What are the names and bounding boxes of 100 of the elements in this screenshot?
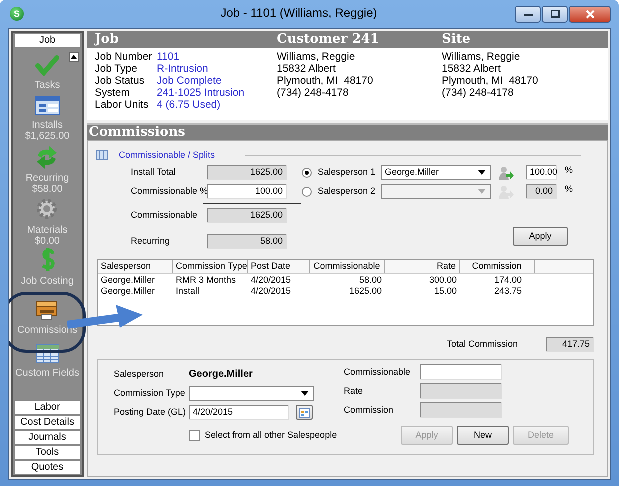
field-label: Labor Units	[95, 99, 150, 111]
section-heading: Customer 241	[277, 31, 380, 48]
gear-icon	[35, 197, 60, 221]
amount-field[interactable]	[420, 364, 502, 380]
sidebar-tab[interactable]: Tools	[14, 445, 81, 460]
close-icon	[586, 10, 594, 18]
columns-icon	[96, 150, 108, 160]
field-label: System	[95, 87, 132, 99]
field-value[interactable]: 1101	[157, 51, 180, 63]
field-label: Install Total	[131, 167, 177, 178]
list-window-icon	[34, 96, 60, 116]
scroll-up-button[interactable]	[69, 52, 79, 62]
column-header[interactable]: Post Date	[248, 260, 310, 273]
maximize-button[interactable]	[542, 6, 568, 22]
column-header[interactable]: Commissionable	[310, 260, 385, 273]
field-value[interactable]: 4 (6.75 Used)	[157, 99, 221, 111]
field-label: Commissionable	[131, 210, 199, 221]
sidebar-tab[interactable]: Job	[14, 33, 81, 48]
caret-icon	[477, 186, 487, 196]
checkmark-icon	[35, 54, 60, 76]
sidebar-tab[interactable]: Cost Details	[14, 415, 81, 430]
calendar-icon	[299, 408, 310, 418]
table-cell-text: George.Miller	[100, 286, 156, 296]
apply-button[interactable]: Apply	[513, 227, 568, 246]
field-value[interactable]: 241-1025 Intrusion	[157, 87, 245, 99]
field-label: Commissionable	[344, 366, 412, 378]
caret-icon	[300, 388, 310, 398]
column-header[interactable]: Rate	[385, 260, 460, 273]
address-line: Williams, Reggie	[277, 51, 356, 63]
section-heading: Commissions	[87, 123, 608, 140]
percent-field[interactable]: 100.00	[526, 165, 557, 180]
table-cell-text: 15.00	[433, 286, 458, 296]
table-cell-text: 174.00	[493, 275, 523, 286]
item-amount: $0.00	[34, 236, 60, 247]
splits-link[interactable]: Commissionable / Splits	[119, 150, 216, 160]
field-label: Salesperson	[114, 369, 166, 380]
field-label: Job Status	[95, 75, 146, 87]
address-line: (734) 248-4178	[442, 87, 515, 99]
column-header[interactable]: Commission	[460, 260, 535, 273]
amount-field: 1625.00	[207, 165, 287, 180]
sidebar-tab[interactable]: Quotes	[14, 460, 81, 475]
caret-icon	[477, 167, 487, 178]
amount-field: 1625.00	[207, 208, 287, 223]
person-arrow-icon[interactable]	[498, 164, 514, 180]
checkbox-label: Select from all other Salespeople	[205, 430, 338, 441]
action-button[interactable]: New	[457, 426, 509, 445]
table-cell-text: 243.75	[493, 286, 523, 296]
address-line: (734) 248-4178	[277, 87, 350, 99]
minimize-icon	[524, 11, 532, 17]
field-label: Commission Type	[114, 388, 186, 399]
item-amount: $58.00	[32, 184, 63, 195]
maximize-icon	[550, 10, 560, 18]
checkbox[interactable]	[189, 430, 200, 441]
address-line: Williams, Reggie	[442, 51, 522, 63]
percent-sign: %	[564, 184, 574, 194]
total-field: 417.75	[546, 337, 594, 352]
field-label: Recurring	[131, 236, 172, 247]
radio-button[interactable]	[302, 168, 312, 178]
table-cell-text: RMR 3 Months	[175, 275, 238, 286]
sidebar-tab[interactable]: Labor	[14, 400, 81, 415]
column-header[interactable]: Salesperson	[98, 260, 173, 273]
field-value[interactable]: Job Complete	[157, 75, 222, 87]
up-arrow-icon	[70, 53, 78, 61]
salesperson-name: George.Miller	[189, 368, 253, 380]
table-cell-text: Install	[175, 286, 201, 296]
field-label: Job Number	[95, 51, 154, 63]
date-field[interactable]: 4/20/2015	[189, 405, 289, 420]
address-line: 15832 Albert	[442, 63, 502, 75]
minimize-button[interactable]	[515, 6, 541, 22]
window-title: Job - 1101 (Williams, Reggie)	[220, 7, 378, 21]
sidebar-tab[interactable]: Journals	[14, 430, 81, 445]
amount-field: 58.00	[207, 234, 287, 249]
radio-label: Salesperson 2	[318, 186, 376, 197]
address-line: Plymouth, MI 48170	[277, 75, 374, 87]
field-label: Commission	[344, 404, 395, 416]
radio-label: Salesperson 1	[318, 167, 376, 178]
commission-type-dropdown[interactable]	[189, 386, 314, 401]
table-cell-text: 1625.00	[348, 286, 383, 296]
table-cell-text: 300.00	[428, 275, 458, 286]
table-cell-text: 4/20/2015	[250, 275, 292, 286]
field-label: Rate	[344, 386, 364, 396]
amount-field[interactable]: 100.00	[207, 184, 287, 199]
field-value[interactable]: R-Intrusion	[157, 63, 208, 75]
column-header[interactable]: Commission Type	[173, 260, 248, 273]
address-line: Plymouth, MI 48170	[442, 75, 540, 87]
table-cell-text: 4/20/2015	[250, 286, 292, 296]
calendar-button[interactable]	[296, 405, 313, 420]
section-heading: Site	[442, 31, 472, 48]
section-heading: Job	[95, 31, 120, 48]
close-button[interactable]	[569, 6, 611, 22]
salesperson-dropdown[interactable]: George.Miller	[381, 165, 491, 180]
field-label: Posting Date (GL)	[114, 407, 188, 418]
total-label: Total Commission	[446, 339, 518, 350]
percent-sign: %	[564, 165, 574, 176]
app-logo: S	[10, 7, 24, 21]
table-cell-text: 58.00	[358, 275, 383, 286]
field-label: Job Type	[95, 63, 138, 75]
address-line: 15832 Albert	[277, 63, 337, 75]
percent-field: 0.00	[526, 184, 557, 199]
item-amount: $1,625.00	[25, 131, 70, 142]
